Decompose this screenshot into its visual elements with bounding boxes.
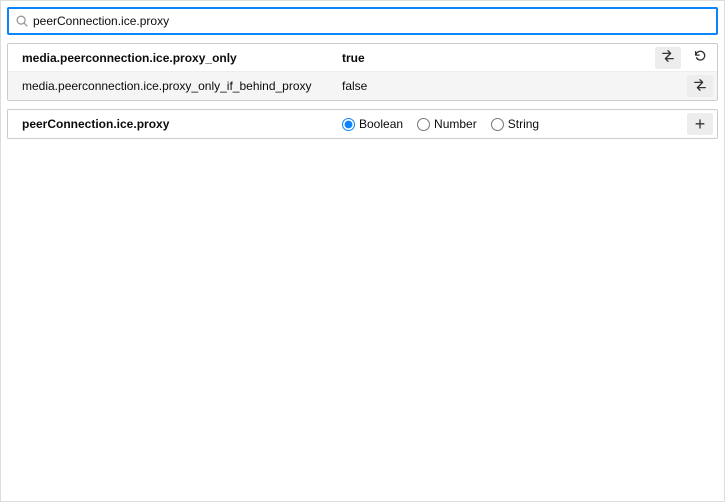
type-label: String [508,117,539,131]
reset-icon [693,49,707,66]
type-radio-group: Boolean Number String [342,117,687,131]
pref-name: media.peerconnection.ice.proxy_only [22,51,342,65]
search-bar[interactable] [7,7,718,35]
pref-value: true [342,51,655,65]
type-label: Boolean [359,117,403,131]
pref-actions [687,75,713,97]
pref-actions [655,47,713,69]
type-radio[interactable] [342,118,355,131]
toggle-icon [661,49,675,66]
add-pref-row: peerConnection.ice.proxy Boolean Number St… [7,109,718,139]
pref-row: media.peerconnection.ice.proxy_only_if_b… [8,72,717,100]
type-label: Number [434,117,477,131]
toggle-icon [693,78,707,95]
pref-value: false [342,79,687,93]
add-button[interactable]: + [687,113,713,135]
search-icon [15,14,29,28]
add-pref-name: peerConnection.ice.proxy [22,117,342,131]
pref-row: media.peerconnection.ice.proxy_onlytrue [8,44,717,72]
toggle-button[interactable] [655,47,681,69]
type-radio[interactable] [417,118,430,131]
pref-name: media.peerconnection.ice.proxy_only_if_b… [22,79,342,93]
type-option[interactable]: Number [417,117,477,131]
plus-icon: + [695,115,706,133]
type-option[interactable]: String [491,117,539,131]
pref-list: media.peerconnection.ice.proxy_onlytruem… [7,43,718,101]
toggle-button[interactable] [687,75,713,97]
reset-button[interactable] [687,47,713,69]
about-config-page: media.peerconnection.ice.proxy_onlytruem… [0,0,725,502]
type-radio[interactable] [491,118,504,131]
type-option[interactable]: Boolean [342,117,403,131]
search-input[interactable] [33,14,710,28]
